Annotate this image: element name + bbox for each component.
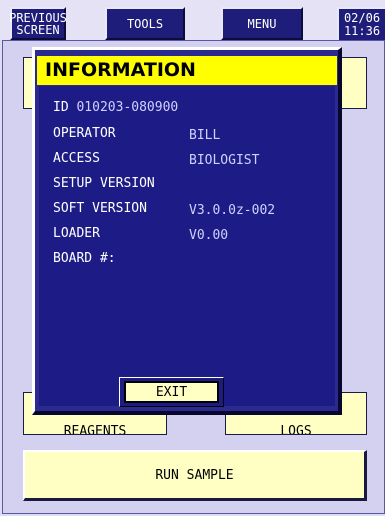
- information-dialog: INFORMATION ID 010203-080900 OPERATOR BI…: [32, 47, 342, 415]
- screen: PREVIOUS SCREEN TOOLS MENU 02/06 11:36 R…: [0, 0, 385, 516]
- date-time-display: 02/06 11:36: [337, 7, 385, 40]
- operator-label: OPERATOR: [53, 126, 116, 141]
- id-label: ID: [53, 100, 69, 115]
- run-sample-button[interactable]: RUN SAMPLE: [23, 450, 367, 501]
- access-label: ACCESS: [53, 151, 100, 166]
- date-label: 02/06: [343, 10, 381, 25]
- access-value: BIOLOGIST: [189, 153, 260, 168]
- board-label: BOARD #:: [53, 251, 116, 266]
- exit-label: EXIT: [155, 384, 188, 400]
- tools-label: TOOLS: [126, 16, 164, 31]
- setup-version-label: SETUP VERSION: [53, 176, 155, 191]
- id-value: 010203-080900: [76, 100, 179, 115]
- menu-button[interactable]: MENU: [221, 7, 303, 40]
- operator-value: BILL: [189, 128, 221, 143]
- id-row: ID 010203-080900: [53, 100, 178, 115]
- soft-version-value: V3.0.0z-002: [189, 203, 276, 218]
- top-toolbar: PREVIOUS SCREEN TOOLS MENU 02/06 11:36: [0, 0, 385, 40]
- loader-value: V0.00: [189, 228, 229, 243]
- previous-screen-label-2: SCREEN: [16, 22, 60, 37]
- time-label: 11:36: [343, 23, 381, 38]
- run-sample-label: RUN SAMPLE: [155, 467, 234, 483]
- loader-label: LOADER: [53, 226, 100, 241]
- exit-button[interactable]: EXIT: [124, 381, 219, 403]
- previous-screen-button[interactable]: PREVIOUS SCREEN: [9, 7, 67, 40]
- tools-button[interactable]: TOOLS: [105, 7, 185, 40]
- dialog-body: ID 010203-080900 OPERATOR BILL ACCESS BI…: [39, 86, 335, 406]
- menu-label: MENU: [247, 16, 277, 31]
- reagents-label: REAGENTS: [63, 424, 127, 435]
- soft-version-label: SOFT VERSION: [53, 201, 147, 216]
- previous-screen-label-1: PREVIOUS: [9, 10, 67, 25]
- logs-label: LOGS: [280, 424, 312, 435]
- dialog-title: INFORMATION: [37, 56, 337, 85]
